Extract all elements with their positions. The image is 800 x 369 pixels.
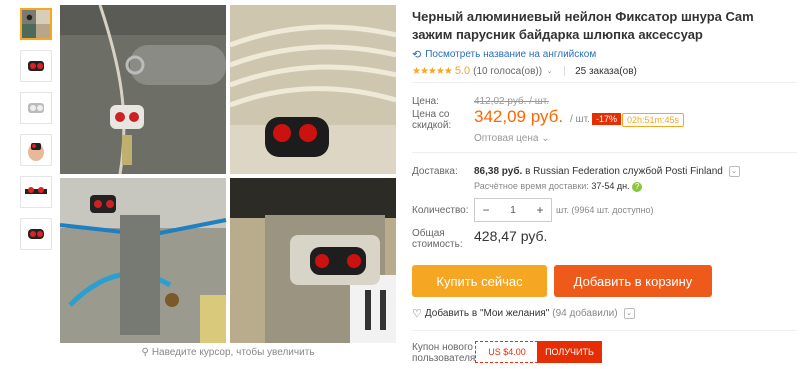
- price-label: Цена:: [412, 96, 439, 107]
- old-price: 412,02 руб. / шт.: [474, 96, 550, 107]
- heart-icon: ♡: [412, 308, 422, 320]
- stock-available: шт. (9964 шт. доступно): [556, 205, 654, 215]
- quantity-plus-button[interactable]: +: [529, 203, 551, 217]
- add-to-wishlist[interactable]: ♡ Добавить в "Мои желания" (94 добавили)…: [412, 307, 635, 320]
- rating-stars: ★★★★★: [412, 65, 453, 77]
- thumbnail-6[interactable]: [20, 218, 52, 250]
- sale-price-label-2: скидкой:: [412, 120, 452, 131]
- total-label-1: Общая: [412, 228, 445, 239]
- thumbnail-list: [20, 8, 56, 260]
- price-unit: / шт.: [570, 114, 590, 125]
- thumbnail-5[interactable]: [20, 176, 52, 208]
- discount-badge: -17%: [592, 113, 622, 125]
- chevron-down-icon[interactable]: ⌄: [545, 67, 554, 76]
- product-main-image[interactable]: [60, 5, 396, 343]
- orders-count: 25 заказа(ов): [575, 65, 637, 77]
- product-info: Черный алюминиевый нейлон Фиксатор шнура…: [412, 8, 797, 77]
- sale-price-label-1: Цена со: [412, 109, 450, 120]
- countdown-timer: 02h:51m:45s: [622, 113, 685, 127]
- thumbnail-1[interactable]: [20, 8, 52, 40]
- chevron-down-icon: ⌄: [541, 133, 550, 144]
- thumbnail-3[interactable]: [20, 92, 52, 124]
- delivery-time: Расчётное время доставки: 37-54 дн. ?: [474, 181, 643, 192]
- zoom-hint: ⚲ Наведите курсор, чтобы увеличить: [141, 347, 315, 358]
- total-label-2: стоимость:: [412, 239, 463, 250]
- translate-icon: ⟲: [412, 49, 422, 61]
- wishlist-count: (94 добавили): [552, 308, 618, 319]
- quantity-stepper: − 1 +: [474, 198, 552, 222]
- buy-now-button[interactable]: Купить сейчас: [412, 265, 547, 297]
- translate-title-link[interactable]: ⟲ Посмотреть название на английском: [412, 48, 797, 61]
- sale-price: 342,09 руб.: [474, 107, 564, 126]
- votes-count[interactable]: (10 голоса(ов)): [473, 66, 542, 77]
- shipping-label: Доставка:: [412, 166, 458, 177]
- divider: [412, 82, 797, 83]
- product-title: Черный алюминиевый нейлон Фиксатор шнура…: [412, 9, 754, 42]
- divider: [564, 66, 566, 76]
- rating-score: 5.0: [454, 65, 471, 77]
- shipping-destination: в Russian Federation службой Posti Finla…: [525, 166, 723, 178]
- total-price: 428,47 руб.: [474, 228, 548, 244]
- quantity-input[interactable]: 1: [497, 205, 529, 216]
- rating-row: ★★★★★ 5.0 (10 голоса(ов)) ⌄ 25 заказа(ов…: [412, 65, 797, 77]
- chevron-down-icon[interactable]: ⌄: [728, 166, 740, 177]
- quantity-minus-button[interactable]: −: [475, 203, 497, 217]
- thumbnail-2[interactable]: [20, 50, 52, 82]
- quantity-label: Количество:: [412, 205, 469, 216]
- magnifier-icon: ⚲: [141, 347, 149, 358]
- help-icon[interactable]: ?: [632, 181, 643, 192]
- wholesale-price-link[interactable]: Оптовая цена ⌄: [474, 133, 550, 144]
- get-coupon-button[interactable]: ПОЛУЧИТЬ: [537, 341, 602, 363]
- shipping-price: 86,38 руб.: [474, 166, 523, 178]
- coupon-value: US $4.00: [475, 341, 538, 363]
- divider: [412, 152, 797, 153]
- coupon-label: Купон нового пользователя: [412, 342, 476, 364]
- divider: [412, 330, 797, 331]
- thumbnail-4[interactable]: [20, 134, 52, 166]
- chevron-down-icon[interactable]: ⌄: [623, 308, 635, 319]
- add-to-cart-button[interactable]: Добавить в корзину: [554, 265, 712, 297]
- shipping-info: 86,38 руб. в Russian Federation службой …: [474, 166, 740, 177]
